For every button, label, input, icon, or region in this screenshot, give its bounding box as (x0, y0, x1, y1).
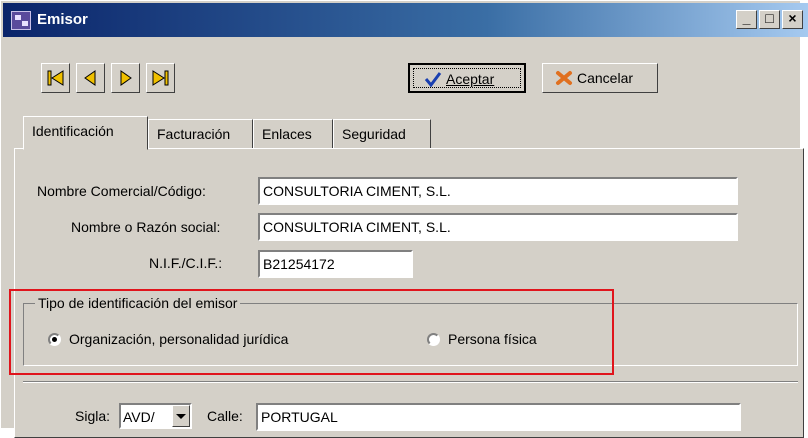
first-record-button[interactable] (41, 63, 70, 93)
cancel-x-icon (556, 71, 572, 85)
next-record-icon (120, 70, 132, 86)
last-record-icon (152, 70, 169, 86)
first-record-icon (47, 70, 64, 86)
tab-label: Identificación (32, 123, 114, 139)
nombre-comercial-value: CONSULTORIA CIMENT, S.L. (263, 183, 451, 199)
tab-label: Seguridad (342, 126, 406, 142)
tab-identificacion[interactable]: Identificación (23, 116, 148, 150)
nif-input[interactable]: B21254172 (258, 250, 413, 278)
sigla-value: AVD/ (123, 409, 155, 425)
calle-input[interactable]: PORTUGAL (256, 403, 741, 431)
app-icon (11, 11, 31, 30)
calle-label: Calle: (207, 408, 243, 424)
tab-seguridad[interactable]: Seguridad (333, 119, 431, 149)
section-divider (23, 381, 798, 383)
razon-social-label: Nombre o Razón social: (71, 219, 221, 235)
nif-value: B21254172 (263, 256, 335, 272)
highlight-annotation-box (9, 289, 614, 375)
previous-record-button[interactable] (76, 63, 105, 93)
sigla-label: Sigla: (75, 408, 111, 424)
nif-label: N.I.F./C.I.F.: (149, 255, 223, 271)
nombre-comercial-input[interactable]: CONSULTORIA CIMENT, S.L. (258, 177, 738, 205)
chevron-down-icon[interactable] (172, 405, 190, 427)
accept-button[interactable]: Aceptar (408, 63, 526, 93)
minimize-button[interactable]: _ (736, 10, 757, 29)
checkmark-icon (424, 72, 442, 87)
close-button[interactable]: × (782, 10, 803, 29)
cancel-button[interactable]: Cancelar (542, 63, 658, 93)
tab-facturacion[interactable]: Facturación (148, 119, 253, 149)
nombre-comercial-label: Nombre Comercial/Código: (37, 183, 206, 199)
window-title: Emisor (37, 11, 88, 28)
razon-social-value: CONSULTORIA CIMENT, S.L. (263, 219, 451, 235)
accept-label: Aceptar (446, 71, 495, 87)
cancel-label: Cancelar (577, 70, 634, 86)
razon-social-input[interactable]: CONSULTORIA CIMENT, S.L. (258, 213, 738, 241)
sigla-select[interactable]: AVD/ (119, 403, 192, 429)
emisor-window: Emisor _ □ × Aceptar Cancelar Identifica… (0, 0, 808, 438)
tab-enlaces[interactable]: Enlaces (253, 119, 333, 149)
last-record-button[interactable] (146, 63, 175, 93)
tab-label: Facturación (157, 126, 231, 142)
previous-record-icon (84, 70, 96, 86)
next-record-button[interactable] (111, 63, 140, 93)
calle-value: PORTUGAL (261, 409, 338, 425)
tab-label: Enlaces (262, 126, 312, 142)
title-bar[interactable]: Emisor _ □ × (3, 3, 808, 37)
maximize-button[interactable]: □ (759, 10, 780, 29)
